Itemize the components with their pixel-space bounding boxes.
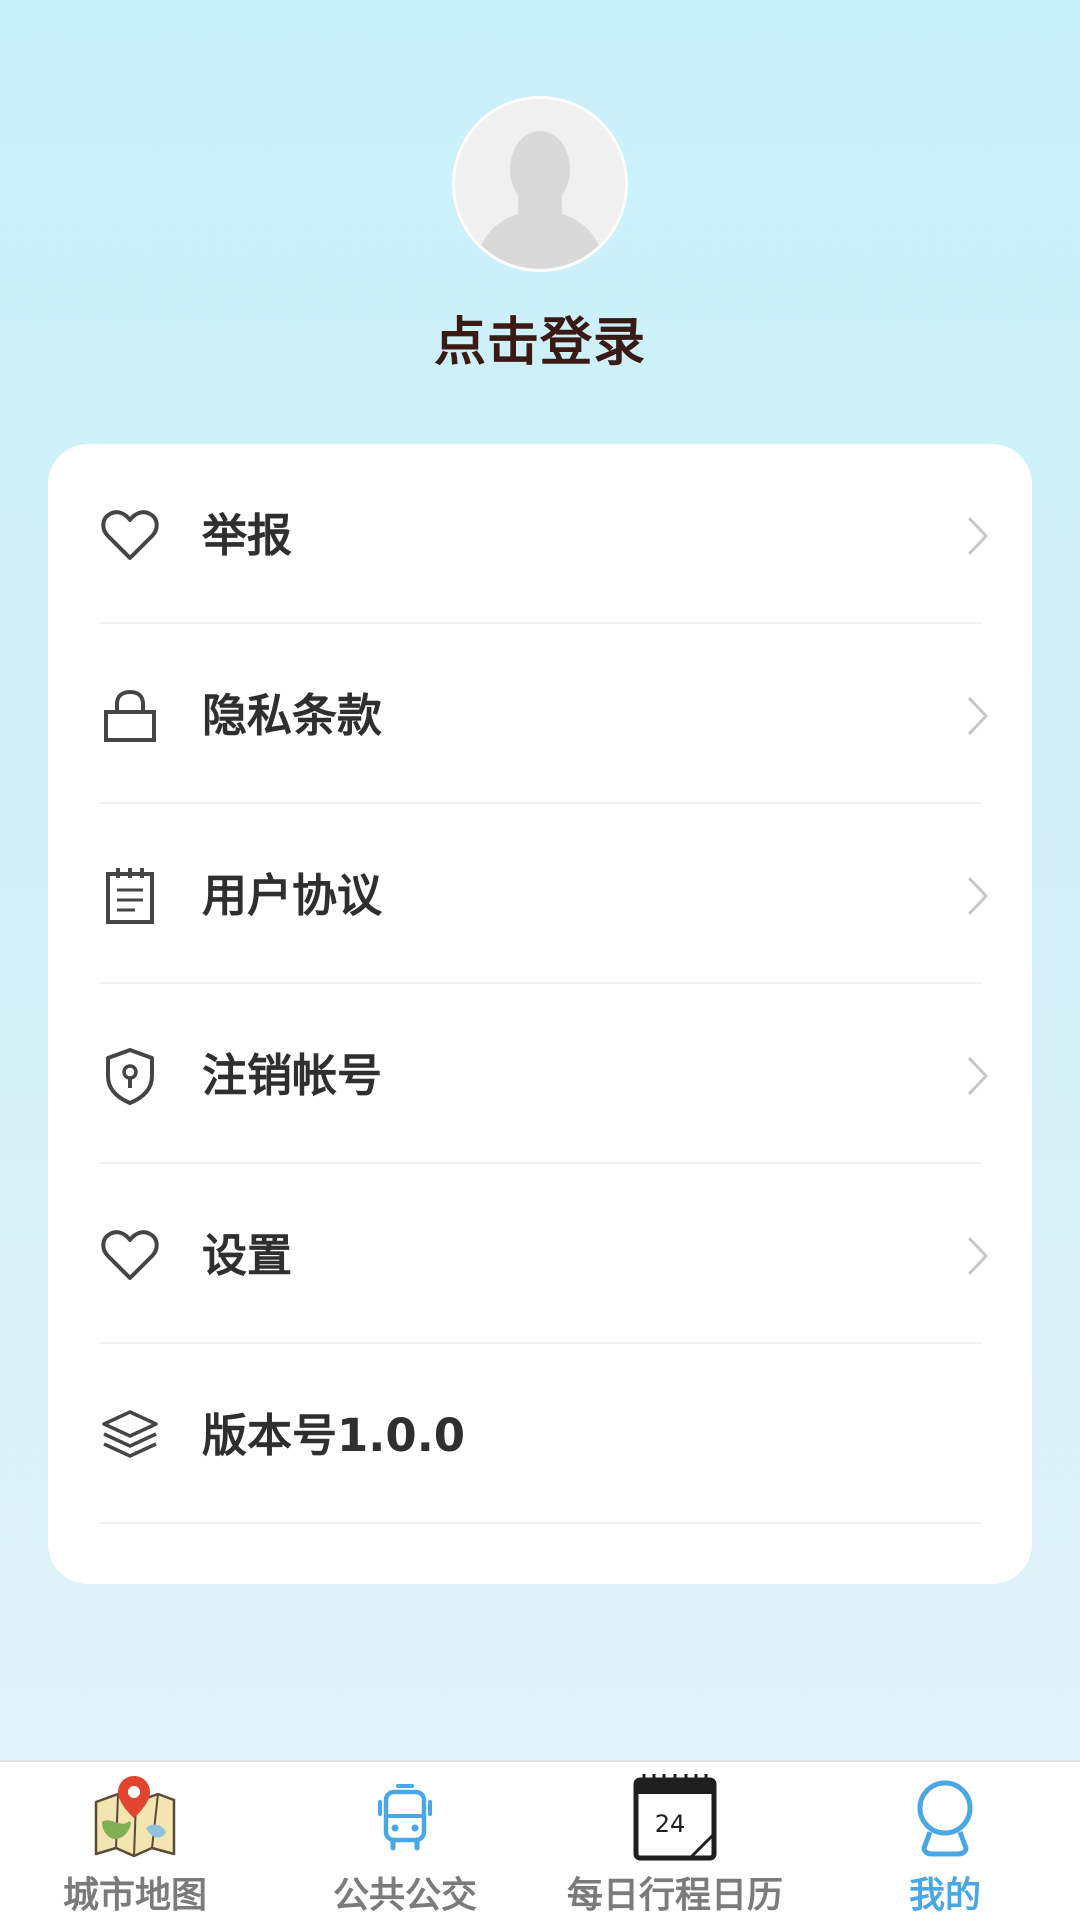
menu-item-label: 举报	[202, 509, 293, 562]
menu-item-version: 版本号1.0.0	[48, 1344, 1032, 1524]
calendar-day-number: 24	[655, 1810, 686, 1838]
bottom-tab-bar: 城市地图 公共公交 24 每日行程日历 我的	[0, 1760, 1080, 1922]
heart-icon	[101, 510, 159, 560]
calendar-icon: 24	[633, 1774, 717, 1861]
menu-item-privacy[interactable]: 隐私条款	[48, 624, 1032, 804]
chevron-right-icon	[967, 696, 989, 736]
tab-label: 我的	[908, 1875, 981, 1916]
heart-icon	[101, 1230, 159, 1280]
lock-icon	[104, 689, 156, 742]
tab-label: 城市地图	[62, 1875, 207, 1916]
menu-item-label: 设置	[202, 1229, 293, 1282]
menu-item-label: 注销帐号	[202, 1049, 383, 1102]
avatar[interactable]	[452, 96, 628, 272]
menu-item-report[interactable]: 举报	[48, 444, 1032, 624]
tab-mine[interactable]: 我的	[810, 1762, 1080, 1922]
bus-icon	[378, 1784, 432, 1851]
tab-daily-calendar[interactable]: 24 每日行程日历	[540, 1762, 810, 1922]
shield-keyhole-icon	[106, 1048, 154, 1105]
tab-public-transit[interactable]: 公共公交	[270, 1762, 540, 1922]
divider	[100, 1522, 982, 1524]
tab-city-map[interactable]: 城市地图	[0, 1762, 270, 1922]
layers-icon	[102, 1410, 158, 1458]
chevron-right-icon	[967, 1236, 989, 1276]
user-icon	[917, 1780, 973, 1857]
menu-item-delete-account[interactable]: 注销帐号	[48, 984, 1032, 1164]
notepad-icon	[106, 868, 154, 924]
tab-label: 公共公交	[332, 1875, 477, 1916]
login-link[interactable]: 点击登录	[0, 300, 1080, 375]
chevron-right-icon	[967, 1056, 989, 1096]
menu-item-user-agreement[interactable]: 用户协议	[48, 804, 1032, 984]
avatar-placeholder-icon	[455, 99, 625, 269]
menu-item-settings[interactable]: 设置	[48, 1164, 1032, 1344]
version-label: 版本号1.0.0	[202, 1409, 466, 1462]
chevron-right-icon	[967, 876, 989, 916]
chevron-right-icon	[967, 516, 989, 556]
menu-item-label: 用户协议	[202, 869, 383, 922]
menu-item-label: 隐私条款	[202, 689, 383, 742]
tab-label: 每日行程日历	[566, 1875, 783, 1916]
settings-menu-card: 举报 隐私条款 用户协议 注销帐号 设置 版本号1.0.0	[48, 444, 1032, 1584]
city-map-icon	[94, 1776, 176, 1858]
